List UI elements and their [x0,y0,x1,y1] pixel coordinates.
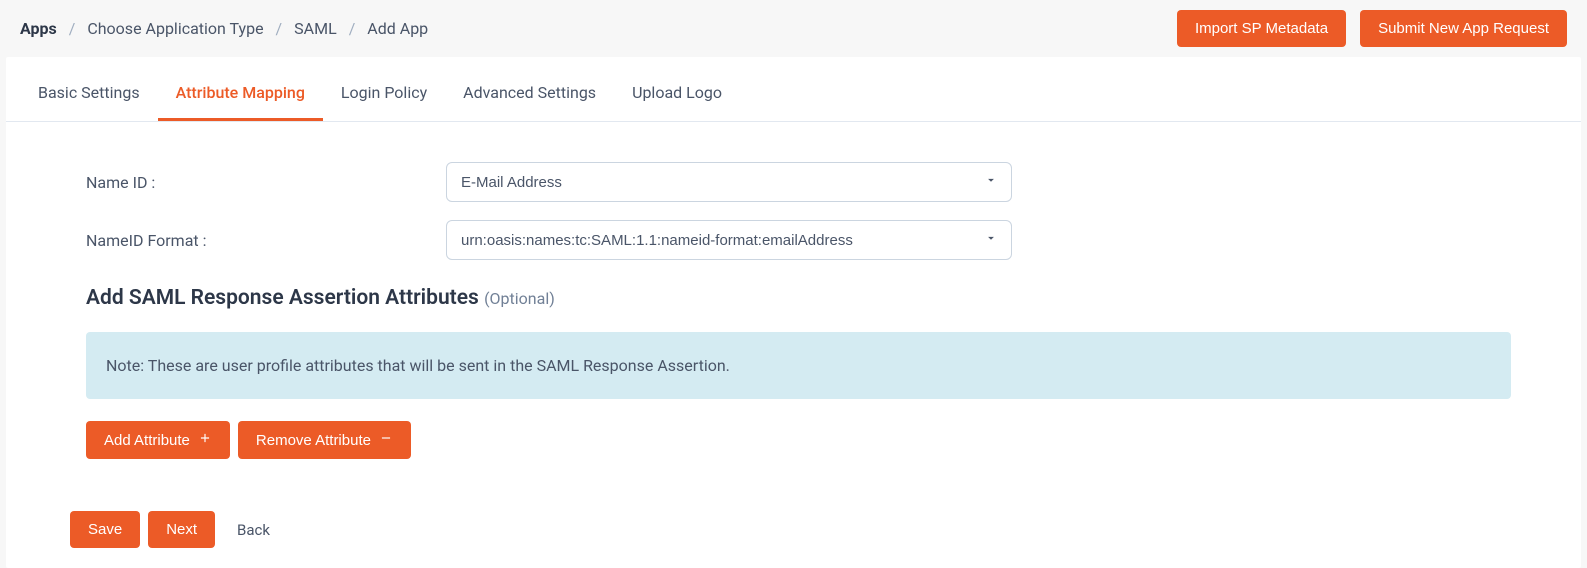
import-sp-metadata-button[interactable]: Import SP Metadata [1177,10,1346,47]
topbar: Apps / Choose Application Type / SAML / … [0,0,1587,57]
section-title-text: Add SAML Response Assertion Attributes [86,286,479,310]
breadcrumb-add-app: Add App [367,19,428,38]
breadcrumb: Apps / Choose Application Type / SAML / … [20,19,428,38]
breadcrumb-apps[interactable]: Apps [20,19,57,38]
name-id-label: Name ID : [86,173,446,192]
back-link[interactable]: Back [223,513,284,547]
save-button[interactable]: Save [70,511,140,548]
attribute-buttons: Add Attribute Remove Attribute [86,421,1521,459]
name-id-select[interactable]: E-Mail Address [446,162,1012,202]
nameid-format-label: NameID Format : [86,231,446,250]
footer-buttons: Save Next Back [6,511,1581,548]
breadcrumb-choose-app-type[interactable]: Choose Application Type [87,19,263,38]
tabs: Basic Settings Attribute Mapping Login P… [6,57,1581,122]
remove-attribute-label: Remove Attribute [256,432,371,449]
top-buttons: Import SP Metadata Submit New App Reques… [1177,10,1567,47]
tab-basic-settings[interactable]: Basic Settings [20,57,158,121]
tab-advanced-settings[interactable]: Advanced Settings [445,57,614,121]
main-panel: Basic Settings Attribute Mapping Login P… [6,57,1581,568]
form-area: Name ID : E-Mail Address NameID Format :… [6,122,1581,459]
submit-new-app-request-button[interactable]: Submit New App Request [1360,10,1567,47]
minus-icon [379,431,393,449]
section-title: Add SAML Response Assertion Attributes (… [86,286,1521,310]
add-attribute-label: Add Attribute [104,432,190,449]
form-row-nameid-format: NameID Format : urn:oasis:names:tc:SAML:… [86,220,1521,260]
add-attribute-button[interactable]: Add Attribute [86,421,230,459]
tab-login-policy[interactable]: Login Policy [323,57,445,121]
nameid-format-select[interactable]: urn:oasis:names:tc:SAML:1.1:nameid-forma… [446,220,1012,260]
section-title-optional: (Optional) [484,289,555,308]
remove-attribute-button[interactable]: Remove Attribute [238,421,411,459]
plus-icon [198,431,212,449]
tab-attribute-mapping[interactable]: Attribute Mapping [158,57,323,121]
tab-upload-logo[interactable]: Upload Logo [614,57,740,121]
breadcrumb-saml[interactable]: SAML [294,19,337,38]
breadcrumb-separator: / [349,19,356,38]
next-button[interactable]: Next [148,511,215,548]
form-row-name-id: Name ID : E-Mail Address [86,162,1521,202]
note-box: Note: These are user profile attributes … [86,332,1511,399]
breadcrumb-separator: / [69,19,76,38]
breadcrumb-separator: / [276,19,283,38]
